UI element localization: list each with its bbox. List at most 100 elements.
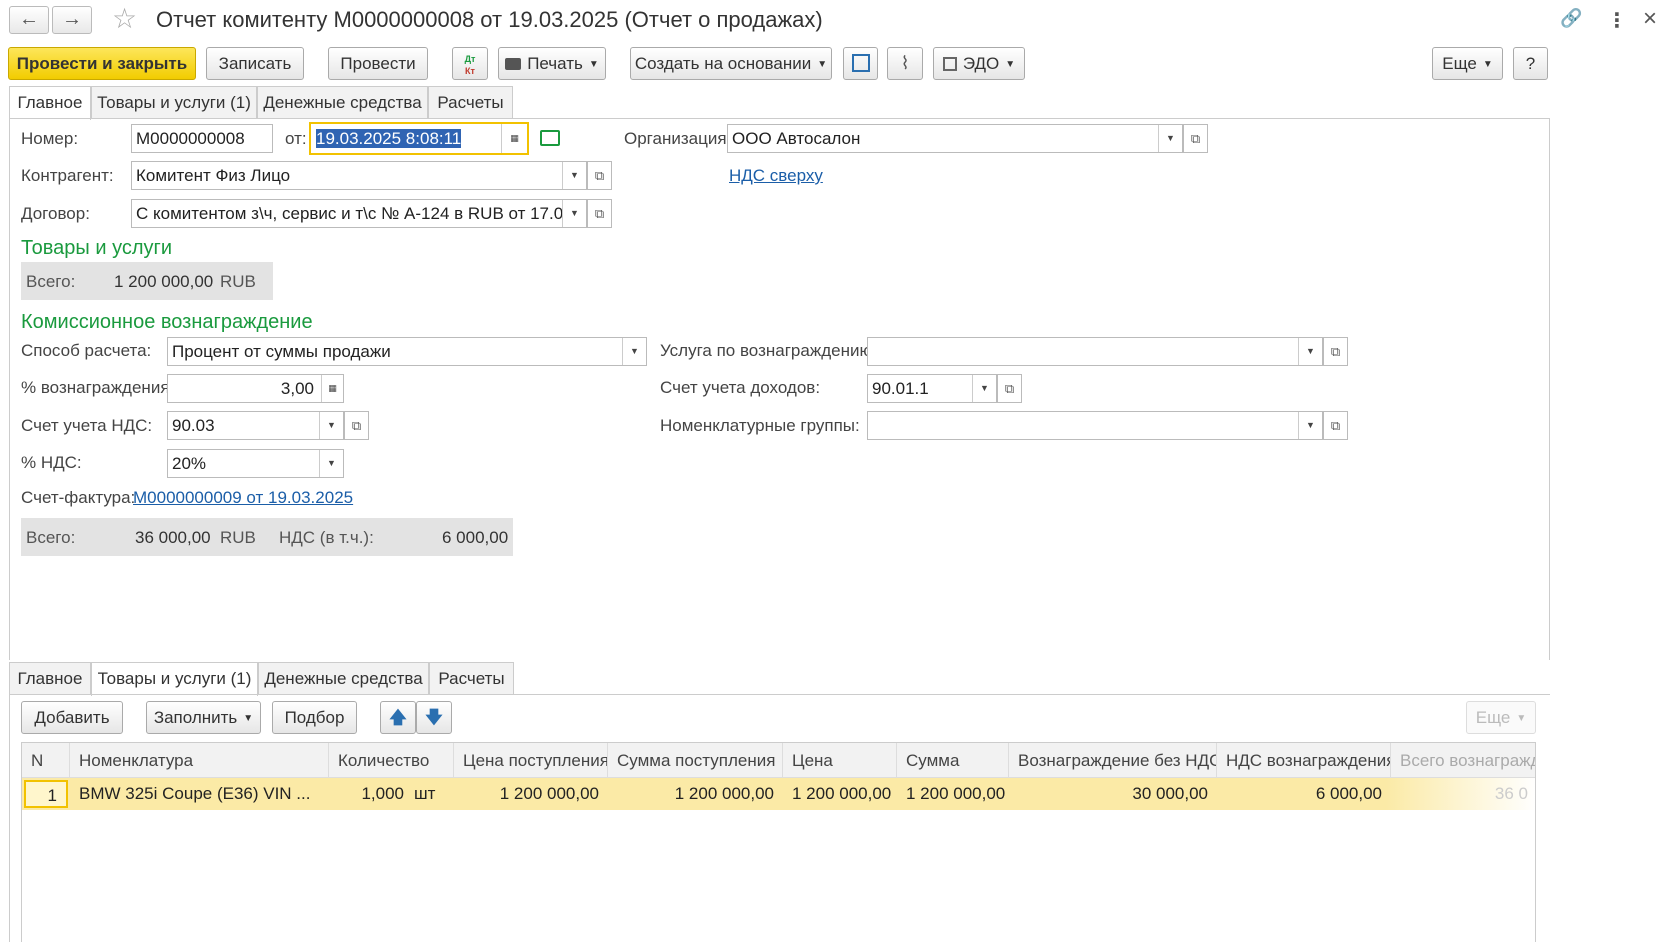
- commission-total-currency: RUB: [220, 528, 256, 547]
- vat-account-field[interactable]: 90.03 ▼: [167, 411, 344, 440]
- column-header-in-price[interactable]: Цена поступления: [454, 743, 608, 778]
- pick-button[interactable]: Подбор: [272, 701, 357, 734]
- forward-button[interactable]: →: [52, 6, 92, 34]
- chevron-down-icon[interactable]: ▼: [1298, 412, 1322, 439]
- column-header-in-sum[interactable]: Сумма поступления: [608, 743, 783, 778]
- help-button[interactable]: ?: [1513, 47, 1548, 80]
- open-nomenclature-groups-icon[interactable]: ⧉: [1323, 411, 1348, 440]
- reward-percent-field[interactable]: 3,00 ▦: [167, 374, 344, 403]
- column-header-reward[interactable]: Вознаграждение без НДС: [1009, 743, 1217, 778]
- attach-button[interactable]: ⌇: [887, 47, 923, 80]
- cell-sum[interactable]: 1 200 000,00: [897, 778, 1009, 810]
- chevron-down-icon[interactable]: ▼: [1298, 338, 1322, 365]
- table-row[interactable]: 1 BMW 325i Coupe (E36) VIN ... 1,000 шт …: [22, 778, 1535, 810]
- print-button[interactable]: Печать ▼: [498, 47, 606, 80]
- cell-n[interactable]: 1: [24, 780, 68, 808]
- cell-reward[interactable]: 30 000,00: [1009, 778, 1217, 810]
- open-organization-icon[interactable]: ⧉: [1183, 124, 1208, 153]
- tab-money[interactable]: Денежные средства: [257, 86, 428, 119]
- move-down-button[interactable]: 🡇: [416, 701, 452, 734]
- more-button[interactable]: Еще ▼: [1432, 47, 1503, 80]
- cell-in-price[interactable]: 1 200 000,00: [454, 778, 608, 810]
- cell-qty[interactable]: 1,000: [329, 778, 413, 810]
- fill-button[interactable]: Заполнить ▼: [146, 701, 261, 734]
- back-button[interactable]: ←: [9, 6, 49, 34]
- table-more-button[interactable]: Еще ▼: [1466, 701, 1536, 734]
- contract-value: С комитентом з\ч, сервис и т\с № А-124 в…: [136, 204, 587, 223]
- calculator-icon[interactable]: ▦: [321, 375, 343, 402]
- dt-kt-button[interactable]: Дт Кт: [452, 47, 488, 80]
- contract-field[interactable]: С комитентом з\ч, сервис и т\с № А-124 в…: [131, 199, 587, 228]
- check-document-icon[interactable]: [540, 130, 560, 146]
- vat-account-value: 90.03: [172, 416, 215, 435]
- post-and-close-button[interactable]: Провести и закрыть: [8, 47, 196, 80]
- chevron-down-icon[interactable]: ▼: [562, 200, 586, 227]
- vat-on-top-link[interactable]: НДС сверху: [729, 166, 823, 186]
- tab-money[interactable]: Денежные средства: [258, 662, 429, 695]
- cell-in-sum[interactable]: 1 200 000,00: [608, 778, 783, 810]
- open-vat-account-icon[interactable]: ⧉: [344, 411, 369, 440]
- tab-main[interactable]: Главное: [9, 86, 91, 120]
- calc-method-field[interactable]: Процент от суммы продажи ▼: [167, 337, 647, 366]
- date-value: 19.03.2025 8:08:11: [316, 129, 462, 148]
- goods-total-currency: RUB: [220, 272, 256, 291]
- cell-reward-vat[interactable]: 6 000,00: [1217, 778, 1391, 810]
- reward-percent-label: % вознаграждения:: [21, 378, 175, 397]
- cell-item[interactable]: BMW 325i Coupe (E36) VIN ...: [70, 778, 329, 810]
- column-header-price[interactable]: Цена: [783, 743, 897, 778]
- tab-settlements[interactable]: Расчеты: [428, 86, 513, 119]
- column-header-reward-vat[interactable]: НДС вознаграждения: [1217, 743, 1391, 778]
- calendar-icon[interactable]: ▦: [501, 124, 527, 153]
- move-up-button[interactable]: 🡅: [380, 701, 416, 734]
- contractor-field[interactable]: Комитент Физ Лицо ▼: [131, 161, 587, 190]
- nomenclature-groups-field[interactable]: ▼: [867, 411, 1323, 440]
- printer-icon: [505, 58, 522, 70]
- link-icon[interactable]: 🔗: [1560, 8, 1582, 29]
- organization-field[interactable]: ООО Автосалон ▼: [727, 124, 1183, 153]
- invoice-label: Счет-фактура:: [21, 488, 136, 507]
- create-based-on-button[interactable]: Создать на основании ▼: [630, 47, 832, 80]
- open-reward-service-icon[interactable]: ⧉: [1323, 337, 1348, 366]
- chevron-down-icon[interactable]: ▼: [1158, 125, 1182, 152]
- calc-method-value: Процент от суммы продажи: [172, 342, 391, 361]
- cell-price[interactable]: 1 200 000,00: [783, 778, 897, 810]
- commission-section-title: Комиссионное вознаграждение: [21, 311, 313, 333]
- save-button[interactable]: Записать: [206, 47, 304, 80]
- more-vertical-icon[interactable]: ⋮: [1607, 8, 1627, 33]
- date-field[interactable]: 19.03.2025 8:08:11 ▦: [309, 122, 529, 155]
- chevron-down-icon[interactable]: ▼: [319, 412, 343, 439]
- chevron-down-icon[interactable]: ▼: [622, 338, 646, 365]
- contractor-value: Комитент Физ Лицо: [136, 166, 291, 185]
- chevron-down-icon[interactable]: ▼: [562, 162, 586, 189]
- tab-goods-services[interactable]: Товары и услуги (1): [91, 86, 257, 119]
- income-account-label: Счет учета доходов:: [660, 378, 821, 397]
- cell-unit[interactable]: шт: [405, 778, 454, 810]
- favorite-star-icon[interactable]: ☆: [112, 2, 137, 35]
- invoice-link[interactable]: М0000000009 от 19.03.2025: [133, 488, 353, 508]
- chevron-down-icon[interactable]: ▼: [319, 450, 343, 477]
- income-account-field[interactable]: 90.01.1 ▼: [867, 374, 997, 403]
- open-income-account-icon[interactable]: ⧉: [997, 374, 1022, 403]
- chevron-down-icon: ▼: [817, 59, 828, 71]
- table-header: N Номенклатура Количество Цена поступлен…: [22, 743, 1535, 778]
- column-header-n[interactable]: N: [22, 743, 70, 778]
- column-header-sum[interactable]: Сумма: [897, 743, 1009, 778]
- vat-rate-field[interactable]: 20% ▼: [167, 449, 344, 478]
- number-field[interactable]: М0000000008: [131, 124, 273, 153]
- add-button[interactable]: Добавить: [21, 701, 123, 734]
- structure-icon-button[interactable]: [843, 47, 878, 80]
- column-header-reward-total[interactable]: Всего вознагражде: [1391, 743, 1535, 778]
- reward-service-field[interactable]: ▼: [867, 337, 1323, 366]
- column-header-item[interactable]: Номенклатура: [70, 743, 329, 778]
- close-icon[interactable]: ×: [1643, 5, 1657, 33]
- column-header-qty[interactable]: Количество: [329, 743, 454, 778]
- tab-settlements[interactable]: Расчеты: [429, 662, 514, 695]
- chevron-down-icon[interactable]: ▼: [972, 375, 996, 402]
- post-button[interactable]: Провести: [328, 47, 428, 80]
- open-contractor-icon[interactable]: ⧉: [587, 161, 612, 190]
- open-contract-icon[interactable]: ⧉: [587, 199, 612, 228]
- edo-button[interactable]: ЭДО ▼: [933, 47, 1025, 80]
- cell-reward-total[interactable]: 36 0: [1391, 778, 1535, 810]
- tab-main[interactable]: Главное: [9, 662, 91, 695]
- tab-goods-services[interactable]: Товары и услуги (1): [91, 662, 258, 696]
